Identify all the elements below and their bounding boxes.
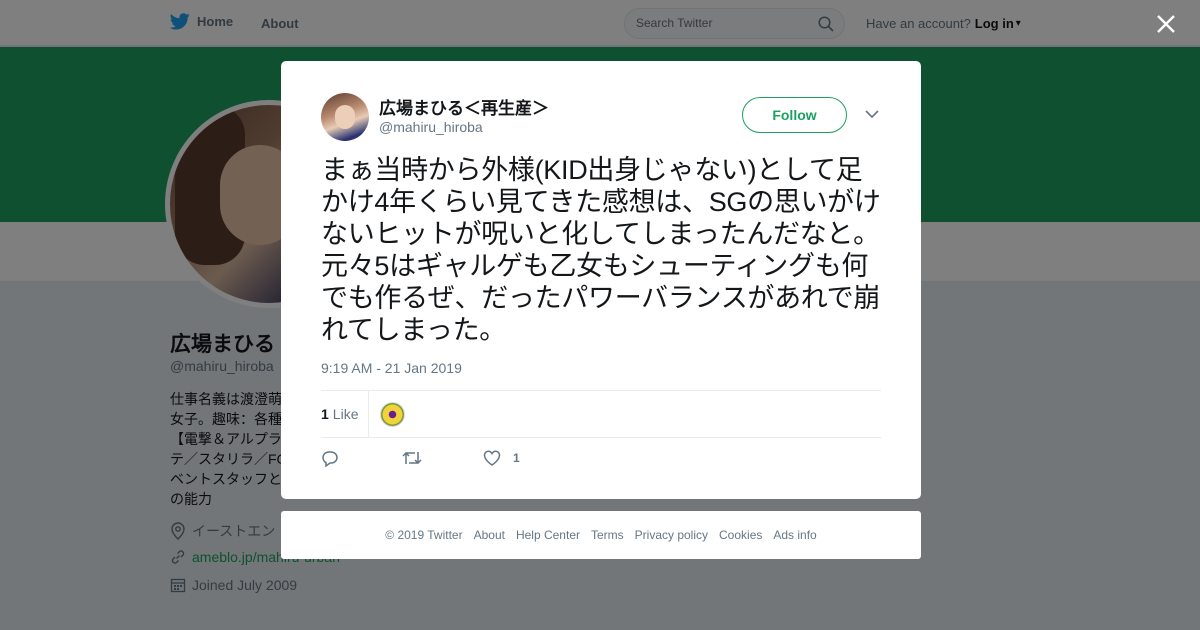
like-button[interactable]: 1 xyxy=(483,450,520,466)
like-action-count: 1 xyxy=(513,451,520,465)
tweet-author-name[interactable]: 広場まひる＜再生産＞ xyxy=(379,94,549,119)
likes-label: Like xyxy=(332,406,359,422)
tweet-stats: 1 Like xyxy=(321,390,881,438)
tweet-author-avatar[interactable] xyxy=(321,93,369,141)
footer-link[interactable]: © 2019 Twitter xyxy=(385,528,462,542)
tweet-text: まぁ当時から外様(KID出身じゃない)として足かけ4年くらい見てきた感想は、SG… xyxy=(321,155,881,345)
footer-link[interactable]: Privacy policy xyxy=(635,528,708,542)
likes-count[interactable]: 1 Like xyxy=(321,406,358,422)
likes-number: 1 xyxy=(321,406,329,422)
tweet-timestamp[interactable]: 9:19 AM - 21 Jan 2019 xyxy=(321,360,462,376)
tweet-author-handle[interactable]: @mahiru_hiroba xyxy=(379,119,483,135)
tweet-actions: 1 xyxy=(321,450,881,470)
heart-icon xyxy=(483,450,501,466)
reply-button[interactable] xyxy=(321,450,339,467)
stats-divider xyxy=(368,391,369,438)
footer-link[interactable]: Ads info xyxy=(773,528,816,542)
footer: © 2019 Twitter About Help Center Terms Priva… xyxy=(281,511,921,559)
retweet-icon xyxy=(402,451,422,465)
footer-link[interactable]: About xyxy=(474,528,505,542)
liker-avatar[interactable] xyxy=(380,402,405,427)
retweet-button[interactable] xyxy=(401,450,423,466)
reply-icon xyxy=(322,451,338,467)
tweet-modal: 広場まひる＜再生産＞ @mahiru_hiroba Follow まぁ当時から外… xyxy=(281,61,921,499)
footer-link[interactable]: Cookies xyxy=(719,528,762,542)
follow-button[interactable]: Follow xyxy=(742,97,847,133)
close-icon[interactable] xyxy=(1155,13,1177,35)
footer-link[interactable]: Help Center xyxy=(516,528,580,542)
chevron-down-icon[interactable] xyxy=(865,110,879,119)
footer-link[interactable]: Terms xyxy=(591,528,624,542)
